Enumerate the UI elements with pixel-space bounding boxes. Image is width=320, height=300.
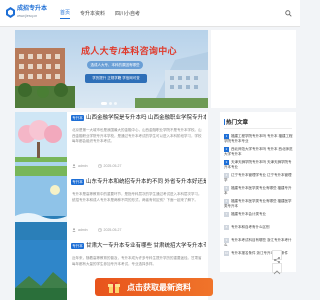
nav-item-materials[interactable]: 专升本资料 (80, 10, 105, 17)
banner-title: 成人大专/本科咨询中心 (81, 46, 177, 56)
hot-article-item[interactable]: 4 辽宁专升本管理学专业 辽宁专升本管理学 (224, 173, 293, 183)
hot-article-link[interactable]: 福建专升本医学类专业有哪些 福建专升本 (224, 186, 291, 195)
banner-tag: 选成人大专、本科的原因有哪些 (87, 61, 143, 69)
category-badge[interactable]: 专升本 (71, 243, 84, 249)
get-materials-banner[interactable]: 点击获取最新资料 (95, 278, 213, 296)
article-date: 2025-05-27 (103, 164, 122, 168)
article-excerpt: 北京是第一大城市也是我国最大的金融中心，山西金融职业学院不是专升本学校。山西金融… (72, 128, 202, 143)
panel-accent-bar (224, 119, 225, 125)
article-card[interactable]: 专升本 山西金融学院是专升本吗 山西金融职业学院专升本吗 北京是第一大城市也是我… (15, 112, 208, 182)
article-meta: admin 2025-05-27 (72, 228, 121, 232)
article-card[interactable]: 专升本 山东专升本和统招专升本的不同 外省专升本好还是本... 专升本是高等教育… (15, 176, 208, 246)
category-badge[interactable]: 专升本 (71, 179, 84, 185)
search-icon[interactable] (285, 10, 292, 17)
back-to-top-button[interactable] (272, 263, 282, 275)
hot-article-item[interactable]: 7 福建专升本会计类专业 (224, 212, 293, 222)
rank-badge: 8 (224, 225, 229, 230)
hot-article-link[interactable]: 福建专升本医学类专业有哪些 福建医学类专升本 (224, 199, 291, 208)
hot-article-item[interactable]: 6 福建专升本医学类专业有哪些 福建医学类专升本 (224, 199, 293, 209)
divider (224, 128, 292, 129)
banner-dot[interactable] (114, 102, 117, 105)
hot-article-link[interactable]: 辽宁专升本管理学专业 辽宁专升本管理学 (224, 173, 291, 182)
article-excerpt: 近年来，随着高等教育的普及，专升本成为许多专科生提升学历的重要途径。甘肃省每年都… (72, 256, 202, 266)
article-title[interactable]: 甘肃大一专升本专业有哪些 甘肃统招大学专升本专业有... (86, 242, 206, 250)
article-author[interactable]: admin (78, 164, 88, 168)
article-title[interactable]: 山东专升本和统招专升本的不同 外省专升本好还是本... (86, 178, 206, 186)
hot-article-link[interactable]: 福建专升本会计类专业 (231, 212, 266, 216)
clock-icon (97, 228, 102, 232)
get-materials-text: 点击获取最新资料 (127, 283, 191, 292)
hot-articles-panel: 热门文章 1 福建工程学院专升本吗 专升本 福建工程学院专升本专业 2 西北师范大学… (220, 112, 296, 272)
hot-article-link[interactable]: 西北师范大学专升本吗 专升本 西北师范大学专升本 (224, 147, 292, 156)
hot-article-item[interactable]: 5 福建专升本医学类专业有哪些 福建专升本 (224, 186, 293, 196)
category-badge[interactable]: 专升本 (71, 115, 84, 121)
side-ad-panel (211, 30, 296, 108)
article-thumbnail[interactable] (15, 112, 67, 182)
user-icon (72, 228, 76, 232)
logo-icon (6, 7, 15, 18)
main-nav: 首页 专升本资料 四川小自考 (60, 0, 150, 27)
gift-icon (108, 281, 120, 293)
banner-background-image (15, 30, 208, 108)
article-meta: admin 2025-05-27 (72, 164, 121, 168)
hot-article-item[interactable]: 2 西北师范大学专升本吗 专升本 西北师范大学专升本 (224, 147, 293, 157)
article-thumbnail[interactable] (15, 240, 67, 300)
site-logo[interactable]: 成招专升本 www.jiesq.cn (6, 6, 48, 21)
hot-article-link[interactable]: 专升本考试科目有哪些 浙江专升本考什么 (224, 238, 291, 247)
nav-item-self-exam[interactable]: 四川小自考 (115, 10, 140, 17)
hot-article-item[interactable]: 8 专升本和自考有什么区别 (224, 225, 293, 235)
banner-dot-active[interactable] (101, 102, 107, 105)
hot-article-item[interactable]: 10 专升本报名条件 浙江专升本报考条件 (224, 251, 293, 261)
hot-article-item[interactable]: 1 福建工程学院专升本吗 专升本 福建工程学院专升本专业 (224, 134, 293, 144)
logo-text: 成招专升本 (17, 6, 48, 12)
hero-banner[interactable]: 成人大专/本科咨询中心 选成人大专、本科的原因有哪些 学历提升 正规学籍 学信网… (15, 30, 208, 108)
article-excerpt: 专升本是高等教育中的重要环节，是指专科层次的学生通过考试进入本科层次学习。统招专… (72, 192, 202, 202)
nav-item-home[interactable]: 首页 (60, 9, 70, 19)
article-title[interactable]: 山西金融学院是专升本吗 山西金融职业学院专升本吗 (86, 114, 206, 122)
hot-article-item[interactable]: 3 天津天狮学院专升本吗 天津天狮学院专升本专业 (224, 160, 293, 170)
share-button[interactable] (272, 250, 282, 263)
clock-icon (97, 164, 102, 168)
article-date: 2025-05-27 (103, 228, 122, 232)
user-icon (72, 164, 76, 168)
hot-article-link[interactable]: 专升本和自考有什么区别 (231, 225, 270, 229)
banner-dot[interactable] (109, 102, 112, 105)
banner-pagination (101, 102, 119, 105)
article-author[interactable]: admin (78, 228, 88, 232)
logo-sub: www.jiesq.cn (17, 14, 38, 18)
rank-badge: 7 (224, 212, 229, 217)
arrow-up-icon (273, 270, 281, 275)
rank-badge: 10 (224, 251, 229, 256)
hot-articles-title: 热门文章 (226, 120, 249, 126)
hot-article-item[interactable]: 9 专升本考试科目有哪些 浙江专升本考什么 (224, 238, 293, 248)
article-thumbnail[interactable] (15, 176, 67, 246)
banner-cta-tag[interactable]: 学历提升 正规学籍 学信网可查 (85, 74, 147, 83)
hot-article-link[interactable]: 天津天狮学院专升本吗 天津天狮学院专升本专业 (224, 160, 291, 169)
hot-article-link[interactable]: 福建工程学院专升本吗 专升本 福建工程学院专升本专业 (224, 134, 292, 143)
site-header: 成招专升本 www.jiesq.cn 首页 专升本资料 四川小自考 (0, 0, 300, 27)
